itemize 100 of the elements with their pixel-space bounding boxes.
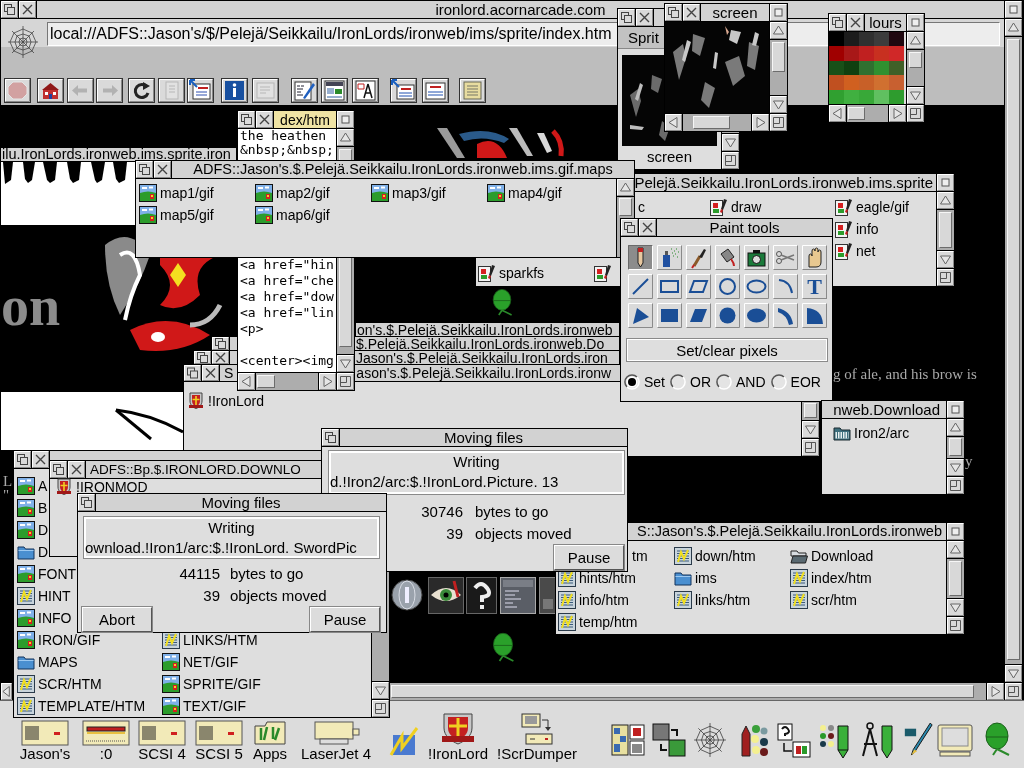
up-arrow-icon[interactable] [947, 541, 964, 559]
file-item[interactable]: map5/gif [139, 206, 214, 224]
down-arrow-icon[interactable] [937, 250, 954, 268]
scroll-thumb[interactable] [949, 438, 962, 456]
close-icon[interactable] [32, 451, 50, 468]
color-swatch[interactable] [859, 32, 874, 47]
right-arrow-icon[interactable] [318, 373, 336, 390]
pencil-page-icon[interactable] [291, 78, 318, 103]
color-swatch[interactable] [844, 75, 859, 90]
resize-icon[interactable] [802, 438, 819, 456]
scroll-thumb[interactable] [391, 685, 974, 698]
down-arrow-icon[interactable] [337, 354, 354, 372]
left-arrow-icon[interactable] [665, 114, 683, 131]
file-item[interactable]: MAPS [17, 653, 78, 671]
radio-option[interactable]: OR [670, 374, 711, 390]
filled-circle-icon[interactable] [715, 303, 740, 328]
iconbar-item[interactable]: !ScrDumper [495, 712, 579, 762]
file-item[interactable]: SCR/HTM [17, 675, 102, 693]
hand-icon[interactable] [802, 245, 827, 270]
color-swatch[interactable] [829, 46, 844, 61]
close-icon[interactable] [212, 351, 230, 364]
scroll-thumb[interactable] [848, 107, 865, 120]
right-arrow-icon[interactable] [888, 105, 906, 122]
close-icon[interactable] [256, 111, 274, 128]
maximize-icon[interactable] [1004, 1, 1022, 18]
down-arrow-icon[interactable] [907, 86, 924, 104]
scroll-thumb[interactable] [909, 52, 922, 68]
pencil-icon[interactable] [628, 245, 653, 270]
color-swatch[interactable] [874, 32, 889, 47]
stacked-squares-icon[interactable] [618, 9, 636, 26]
monitor-icon[interactable] [937, 722, 973, 758]
webpage-icon[interactable] [321, 78, 348, 103]
filled-ellipse-icon[interactable] [744, 303, 769, 328]
text-tool-button[interactable]: T [802, 274, 827, 299]
resize-icon[interactable] [769, 114, 787, 131]
file-item[interactable]: map1/gif [139, 184, 214, 202]
file-item[interactable]: HINT [17, 587, 71, 605]
filled-parallelogram-icon[interactable] [686, 303, 711, 328]
left-arrow-icon[interactable] [829, 105, 847, 122]
scroll-thumb[interactable] [804, 403, 817, 418]
chip-grid-icon[interactable] [610, 722, 646, 758]
close-icon[interactable] [202, 365, 220, 381]
file-item[interactable]: tm [632, 549, 648, 563]
stacked-squares-icon[interactable] [665, 4, 683, 21]
scissors-icon[interactable] [773, 245, 798, 270]
compass-pencil-icon[interactable] [860, 722, 896, 758]
color-swatch[interactable] [889, 46, 904, 61]
ellipse-icon[interactable] [744, 274, 769, 299]
resize-icon[interactable] [1004, 683, 1022, 700]
rectangle-icon[interactable] [657, 274, 682, 299]
down-arrow-icon[interactable] [372, 681, 389, 699]
up-arrow-icon[interactable] [337, 129, 354, 147]
color-swatch[interactable] [859, 75, 874, 90]
scroll-thumb[interactable] [939, 212, 952, 248]
file-item[interactable]: map6/gif [255, 206, 330, 224]
file-item[interactable]: SPRITE/GIF [162, 675, 261, 693]
parallelogram-icon[interactable] [686, 274, 711, 299]
scroll-thumb[interactable] [693, 116, 730, 129]
sector-icon[interactable] [802, 303, 827, 328]
scroll-thumb[interactable] [1007, 39, 1020, 660]
file-item[interactable]: index/htm [790, 569, 872, 587]
file-item[interactable]: ims [674, 569, 717, 587]
close-icon[interactable] [68, 461, 86, 478]
resize-icon[interactable] [336, 373, 354, 390]
color-swatch[interactable] [859, 46, 874, 61]
color-swatch[interactable] [829, 32, 844, 47]
file-item[interactable]: down/htm [674, 547, 756, 565]
close-icon[interactable] [639, 219, 657, 236]
file-item[interactable]: c [638, 200, 645, 214]
scroll-thumb[interactable] [257, 375, 275, 388]
iconbar-item[interactable]: Jason's [15, 720, 75, 762]
up-arrow-icon[interactable] [907, 32, 924, 50]
resize-icon[interactable] [906, 105, 924, 122]
up-arrow-icon[interactable] [937, 192, 954, 210]
close-icon[interactable] [847, 14, 865, 31]
down-arrow-icon[interactable] [947, 598, 964, 616]
resize-icon[interactable] [947, 476, 964, 494]
color-swatch[interactable] [889, 32, 904, 47]
right-arrow-icon[interactable] [751, 114, 769, 131]
file-item[interactable]: TEMPLATE/HTM [17, 697, 146, 715]
scroll-icon[interactable] [459, 78, 486, 103]
radio-option[interactable]: EOR [770, 374, 821, 390]
stacked-squares-icon[interactable] [50, 461, 68, 478]
close-icon[interactable] [154, 161, 172, 178]
list-page-icon[interactable] [422, 78, 449, 103]
arc-icon[interactable] [773, 274, 798, 299]
triangle-icon[interactable] [628, 303, 653, 328]
arrow-page-icon[interactable] [187, 78, 214, 103]
resize-icon[interactable] [937, 268, 954, 286]
info-icon[interactable] [221, 78, 248, 103]
file-item[interactable]: IRON/GIF [17, 631, 101, 649]
house-icon[interactable] [37, 78, 64, 103]
maximize-icon[interactable] [336, 111, 354, 128]
abort-button[interactable]: Abort [82, 607, 152, 632]
file-item[interactable]: map3/gif [371, 184, 446, 202]
segment-icon[interactable] [773, 303, 798, 328]
file-item[interactable]: eagle/gif [835, 198, 909, 216]
close-icon[interactable] [683, 4, 701, 21]
stacked-squares-icon[interactable] [322, 429, 340, 446]
file-item[interactable]: INFO [17, 609, 72, 627]
